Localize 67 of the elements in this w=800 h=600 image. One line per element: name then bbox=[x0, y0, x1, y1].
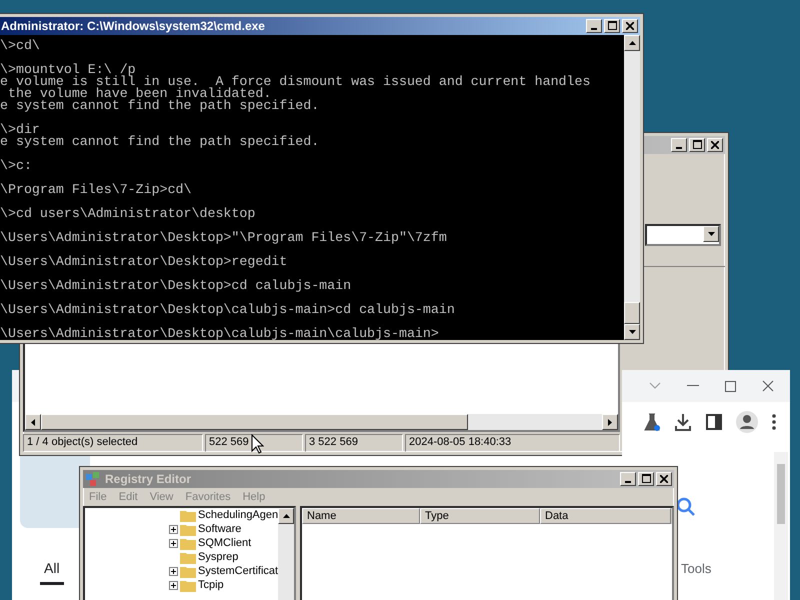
minimize-button[interactable] bbox=[620, 472, 636, 486]
folder-icon bbox=[180, 522, 196, 536]
folder-icon bbox=[180, 578, 196, 592]
scroll-right-icon[interactable] bbox=[608, 418, 612, 426]
scrollbar-thumb[interactable] bbox=[624, 302, 640, 324]
download-icon[interactable] bbox=[674, 413, 692, 431]
maximize-icon bbox=[608, 21, 616, 30]
chevron-down-icon[interactable] bbox=[649, 382, 661, 390]
dropdown-arrow-icon bbox=[708, 232, 714, 236]
tree-item[interactable]: Sysprep bbox=[198, 551, 238, 563]
horizontal-scrollbar[interactable] bbox=[25, 414, 618, 430]
close-icon bbox=[626, 22, 634, 30]
expand-icon[interactable] bbox=[169, 524, 178, 534]
close-icon bbox=[660, 475, 668, 483]
scroll-up-icon[interactable] bbox=[282, 514, 290, 518]
maximize-button[interactable] bbox=[604, 19, 620, 33]
column-header[interactable]: Name bbox=[302, 508, 420, 524]
maximize-button[interactable] bbox=[638, 472, 654, 486]
more-menu-icon[interactable] bbox=[772, 414, 776, 430]
status-bar-cell: 2024-08-05 18:40:33 bbox=[405, 434, 620, 452]
status-bar-cell: 3 522 569 bbox=[305, 434, 403, 452]
folder-icon bbox=[180, 564, 196, 578]
tree-item[interactable]: Tcpip bbox=[198, 579, 224, 591]
registry-icon bbox=[85, 471, 101, 487]
avatar-icon[interactable] bbox=[736, 411, 758, 433]
folder-icon bbox=[180, 536, 196, 550]
window-title: Administrator: C:\Windows\system32\cmd.exe bbox=[1, 19, 266, 33]
side-panel-icon[interactable] bbox=[706, 414, 722, 430]
search-tab[interactable]: All bbox=[40, 560, 64, 585]
mouse-cursor-icon bbox=[251, 434, 264, 454]
status-bar-cell: 522 569 bbox=[205, 434, 303, 452]
maximize-icon bbox=[692, 140, 702, 149]
minimize-icon[interactable] bbox=[687, 385, 699, 387]
tree-item[interactable]: Software bbox=[198, 523, 242, 535]
tree-item[interactable]: SQMClient bbox=[198, 537, 252, 549]
maximize-icon[interactable] bbox=[725, 380, 736, 392]
close-icon[interactable] bbox=[762, 380, 774, 392]
status-bar-cell: 1 / 4 object(s) selected bbox=[23, 434, 203, 452]
scrollbar[interactable] bbox=[774, 452, 788, 600]
expand-icon[interactable] bbox=[169, 580, 178, 590]
window-title: Registry Editor bbox=[105, 472, 192, 486]
minimize-button[interactable] bbox=[671, 138, 687, 152]
tree-item[interactable]: SchedulingAgen bbox=[198, 509, 278, 521]
search-icon[interactable] bbox=[676, 497, 696, 517]
folder-icon bbox=[180, 508, 196, 522]
address-combobox[interactable] bbox=[645, 224, 721, 246]
close-button[interactable] bbox=[656, 472, 672, 486]
expand-icon[interactable] bbox=[169, 538, 178, 548]
flask-icon[interactable] bbox=[644, 413, 660, 431]
close-icon bbox=[711, 141, 719, 149]
minimize-button[interactable] bbox=[586, 19, 602, 33]
tree-item[interactable]: SystemCertificat bbox=[198, 565, 278, 577]
console-output: \>cd\ \>mountvol E:\ /p e volume is still in use. A force dismount was issued and current handles the volume have been invalidated. e system cannot find the path specified. \>dir e system cannot find the path specified. \>c: \Program Files\7-Zip>cd\ \>cd users\Administrator\desktop \Users\Administrator\Desktop>"\Program Files\7-Zip"\7zfm \Users\Administrator\Desktop>regedit \Users\Administrator\Desktop>cd calubjs-main \Users\Administrator\Desktop\calubjs-main>cd calubjs-main \Users\Administrator\Desktop\calubjs-main\calubjs-main> bbox=[0, 35, 624, 340]
maximize-icon bbox=[642, 474, 650, 483]
close-button[interactable] bbox=[707, 138, 723, 152]
vertical-scrollbar[interactable] bbox=[624, 35, 640, 340]
column-header[interactable]: Data bbox=[540, 508, 671, 524]
vertical-scrollbar[interactable] bbox=[278, 508, 294, 600]
close-button[interactable] bbox=[622, 19, 638, 33]
folder-icon bbox=[180, 550, 196, 564]
maximize-button[interactable] bbox=[689, 138, 705, 152]
scroll-up-icon[interactable] bbox=[628, 41, 636, 45]
scroll-left-icon[interactable] bbox=[31, 418, 35, 426]
column-header[interactable]: Type bbox=[420, 508, 540, 524]
expand-icon[interactable] bbox=[169, 566, 178, 576]
tools-link[interactable]: Tools bbox=[681, 561, 712, 576]
scroll-down-icon[interactable] bbox=[628, 330, 636, 334]
